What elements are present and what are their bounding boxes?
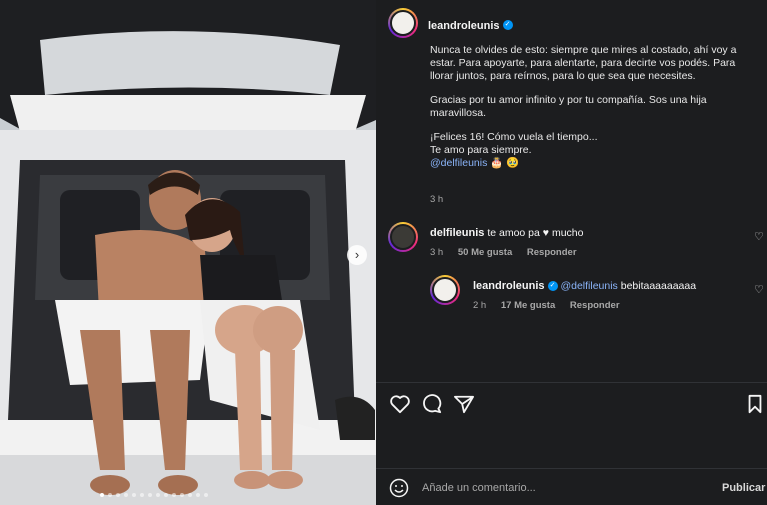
comment-1-username[interactable]: delfileunis	[430, 227, 484, 239]
comment-2-meta: 2 h 17 Me gusta Responder	[473, 300, 632, 311]
carousel-dot	[204, 493, 208, 497]
carousel-dot	[100, 493, 104, 497]
comment-1-like-heart-icon[interactable]: ♡	[754, 230, 764, 243]
carousel-next-button[interactable]: ›	[347, 245, 367, 265]
heart-emoji-icon: ♥	[542, 227, 550, 239]
comment-2-body: leandroleunis ✓ @delfileunis bebitaaaaaaa…	[473, 280, 696, 292]
commenter-avatar[interactable]	[388, 222, 418, 252]
author-username[interactable]: leandroleunis	[428, 20, 500, 32]
caption-paragraph-2: Gracias por tu amor infinito y por tu co…	[430, 94, 707, 119]
comment-1-text-end: mucho	[551, 227, 584, 239]
post-header: leandroleunis ✓	[428, 16, 513, 34]
carousel-dot	[156, 493, 160, 497]
heart-icon[interactable]	[389, 394, 411, 414]
carousel-dot	[188, 493, 192, 497]
comment-2-time: 2 h	[473, 300, 487, 311]
verified-badge-icon: ✓	[502, 19, 513, 30]
carousel-dot	[148, 493, 152, 497]
carousel-dot	[132, 493, 136, 497]
comment-1-likes[interactable]: 50 Me gusta	[458, 247, 512, 258]
comment-2-text: bebitaaaaaaaaa	[620, 280, 697, 292]
verified-badge-icon: ✓	[547, 281, 558, 292]
divider	[376, 382, 767, 383]
author-avatar[interactable]	[388, 8, 418, 38]
carousel-dot	[172, 493, 176, 497]
reply-avatar[interactable]	[430, 275, 460, 305]
comment-2-like-heart-icon[interactable]: ♡	[754, 283, 764, 296]
comment-2-username[interactable]: leandroleunis	[473, 280, 545, 292]
share-icon[interactable]	[453, 394, 475, 414]
post-caption: Nunca te olvides de esto: siempre que mi…	[430, 44, 750, 170]
bookmark-icon[interactable]	[745, 394, 765, 414]
comment-2-likes[interactable]: 17 Me gusta	[501, 300, 555, 311]
comment-1-time: 3 h	[430, 247, 444, 258]
post-photo-illustration	[0, 0, 376, 505]
carousel-dot	[180, 493, 184, 497]
comment-2-reply-button[interactable]: Responder	[570, 300, 620, 311]
carousel-dot	[196, 493, 200, 497]
carousel-dot	[140, 493, 144, 497]
emoji-icon[interactable]	[389, 478, 409, 498]
publish-button[interactable]: Publicar	[722, 482, 765, 494]
divider	[376, 468, 767, 469]
comment-1-text-start: te amoo pa	[487, 227, 540, 239]
comment-1-reply-button[interactable]: Responder	[527, 247, 577, 258]
comment-2-mention[interactable]: @delfileunis	[560, 280, 617, 292]
caption-paragraph-1: Nunca te olvides de esto: siempre que mi…	[430, 44, 737, 82]
post-image[interactable]: ›	[0, 0, 376, 505]
caption-emojis: 🎂 🥹	[490, 157, 520, 169]
post-timestamp[interactable]: 3 h	[430, 194, 443, 205]
comment-icon[interactable]	[421, 394, 443, 414]
carousel-dot	[164, 493, 168, 497]
carousel-dot	[108, 493, 112, 497]
carousel-dot	[124, 493, 128, 497]
comment-1-meta: 3 h 50 Me gusta Responder	[430, 247, 589, 258]
caption-paragraph-3a: ¡Felices 16! Cómo vuela el tiempo...	[430, 131, 598, 143]
comment-input[interactable]: Añade un comentario...	[422, 482, 536, 494]
caption-paragraph-3b: Te amo para siempre.	[430, 144, 532, 156]
carousel-indicator	[100, 493, 208, 497]
caption-mention-link[interactable]: @delfileunis	[430, 157, 487, 169]
comment-1-body: delfileunis te amoo pa ♥ mucho	[430, 227, 583, 239]
carousel-dot	[116, 493, 120, 497]
